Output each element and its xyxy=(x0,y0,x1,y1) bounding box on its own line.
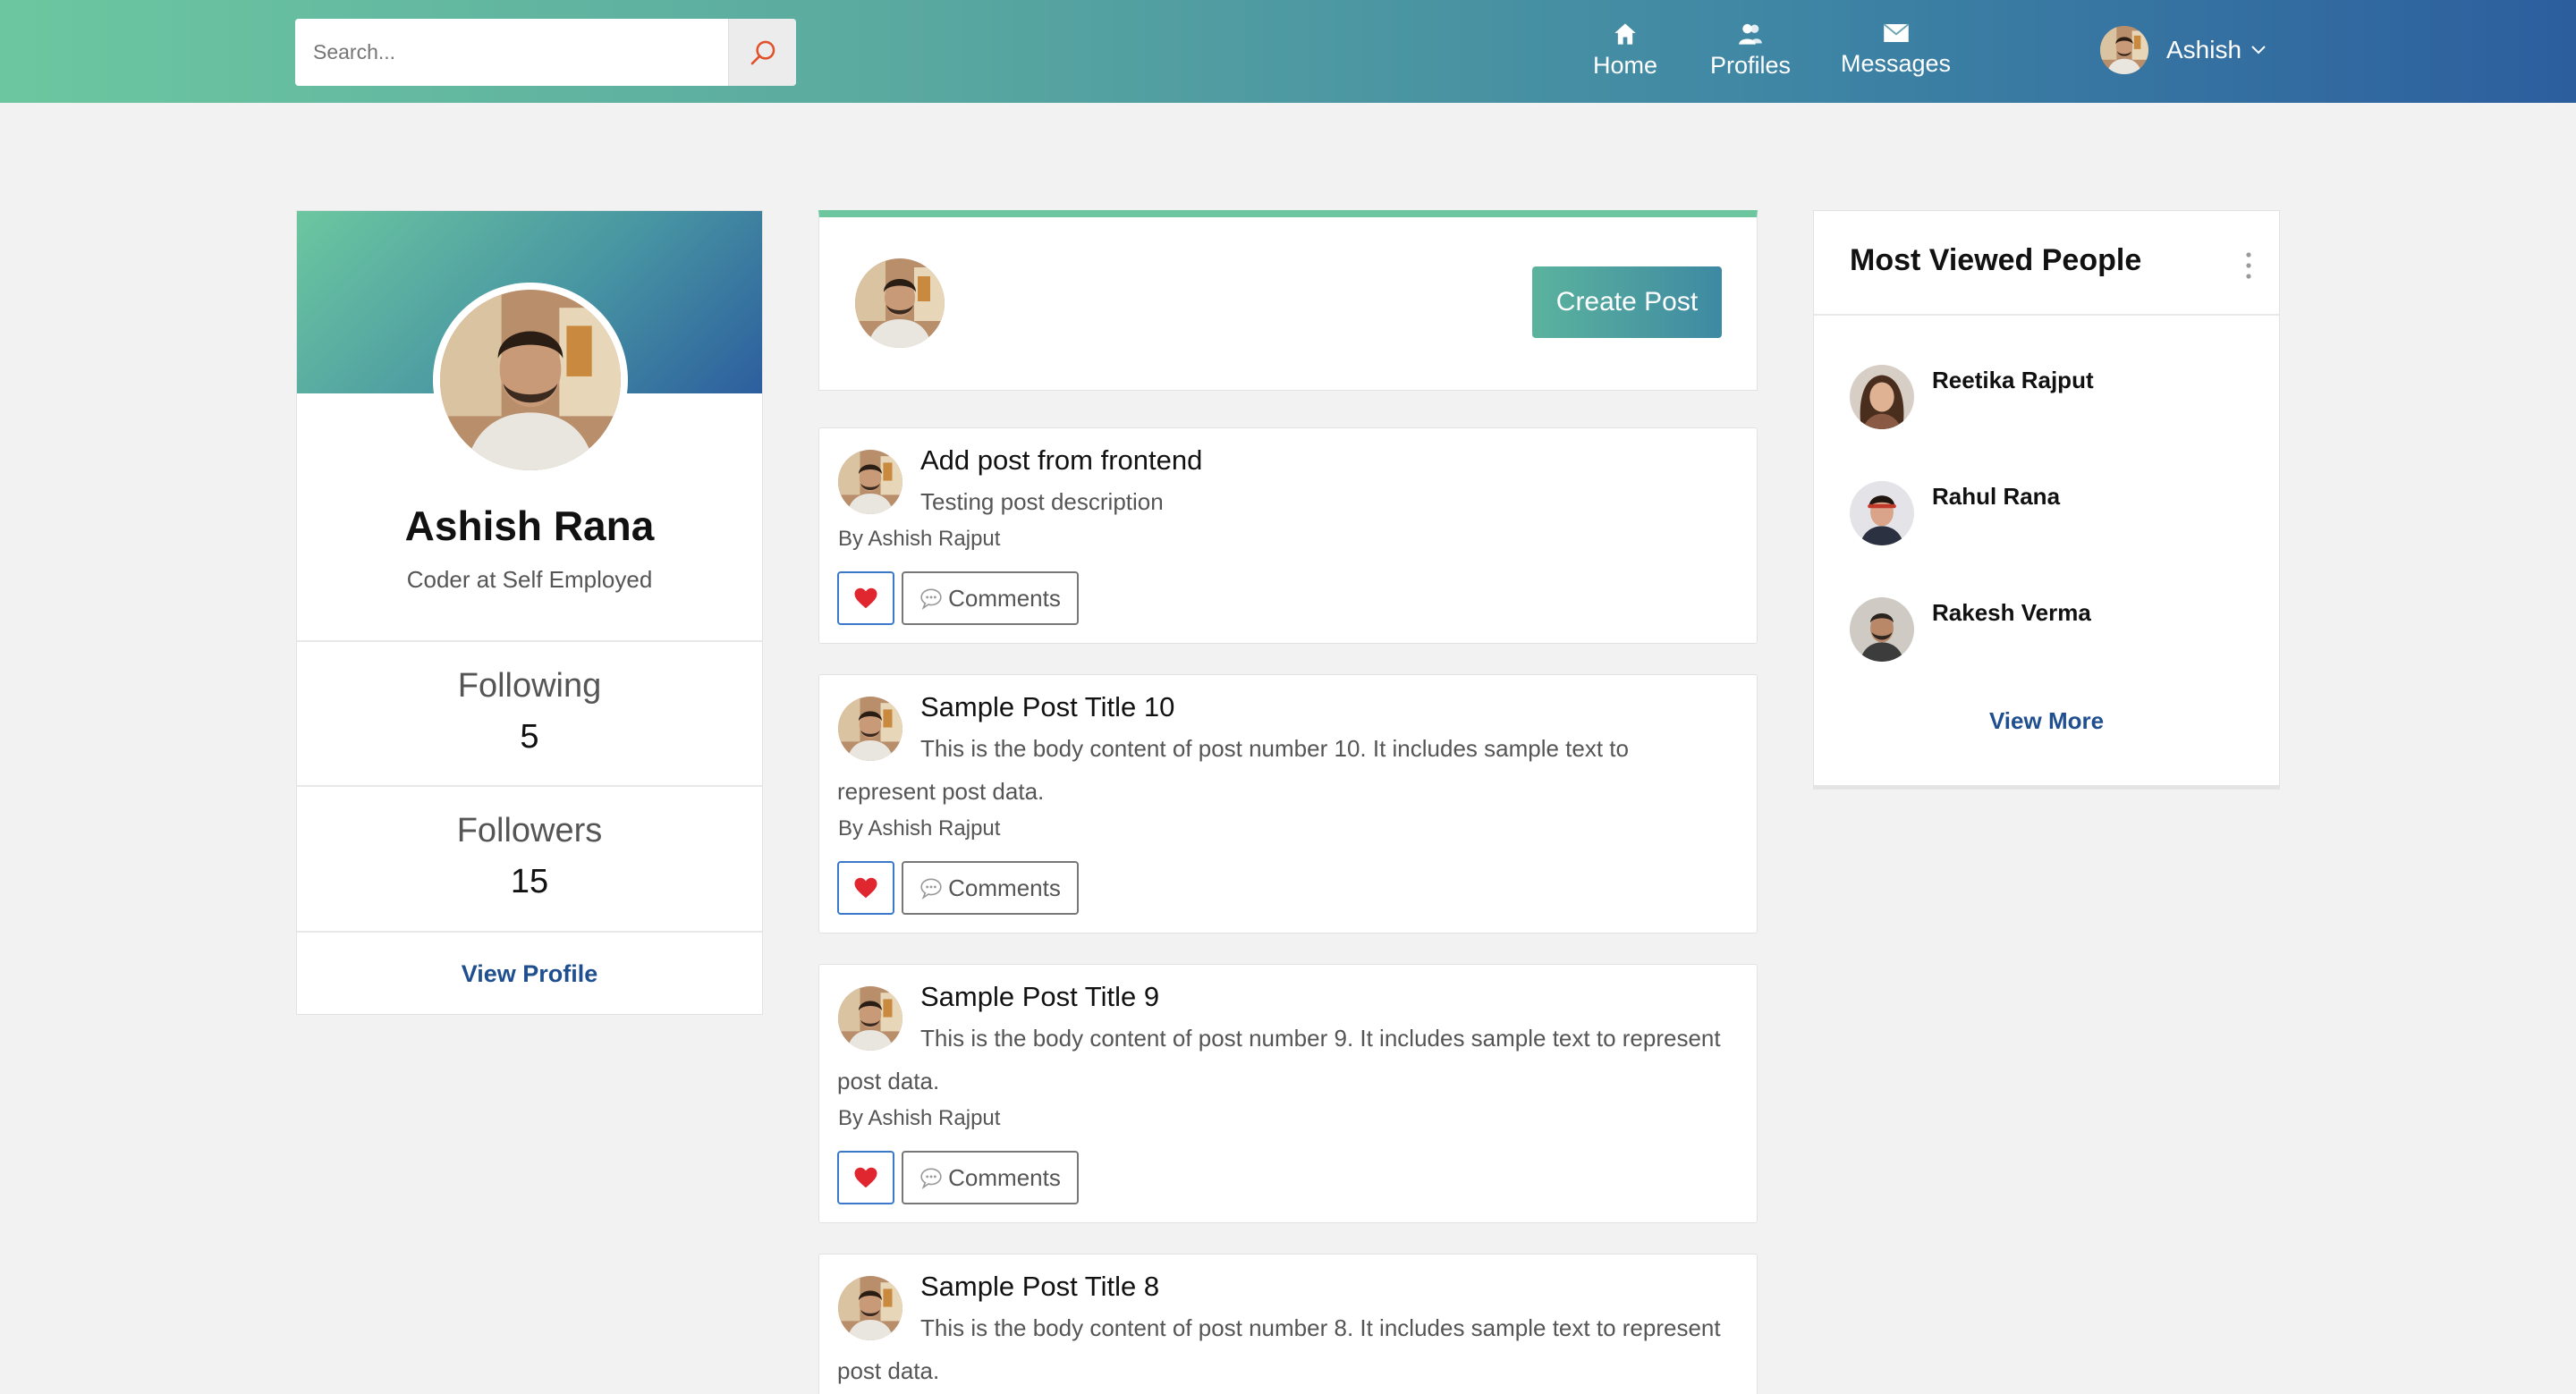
nav-home[interactable]: Home xyxy=(1593,21,1657,84)
speech-bubble-icon xyxy=(919,1166,943,1189)
nav-messages[interactable]: Messages xyxy=(1841,21,1951,84)
post-body: Testing post description xyxy=(920,488,1164,515)
person-name: Reetika Rajput xyxy=(1932,367,2094,393)
speech-bubble-icon xyxy=(919,587,943,610)
profile-photo xyxy=(433,283,628,477)
user-menu[interactable]: Ashish xyxy=(2100,25,2267,75)
like-button[interactable] xyxy=(837,861,894,915)
followers-count: 15 xyxy=(510,863,549,900)
post-author: By Ashish Rajput xyxy=(838,527,1001,551)
post-author: By Ashish Rajput xyxy=(838,1106,1001,1130)
nav-messages-label: Messages xyxy=(1841,50,1952,77)
like-button[interactable] xyxy=(837,571,894,625)
followers-label: Followers xyxy=(456,812,603,849)
comments-button[interactable]: Comments xyxy=(902,571,1079,625)
comments-label: Comments xyxy=(948,584,1061,612)
chevron-down-icon xyxy=(2251,46,2266,55)
more-options-icon[interactable] xyxy=(2243,250,2254,281)
person-avatar xyxy=(1850,597,1914,662)
heart-icon xyxy=(852,1164,879,1191)
person-avatar xyxy=(1850,481,1914,545)
person-name: Rahul Rana xyxy=(1932,483,2061,510)
post-card: Sample Post Title 10 This is the body co… xyxy=(818,674,1758,934)
post-title: Sample Post Title 9 xyxy=(920,981,1160,1012)
post-body: This is the body content of post number … xyxy=(837,735,1629,805)
like-button[interactable] xyxy=(837,1151,894,1204)
create-post-card: Create Post xyxy=(818,210,1758,391)
person-item[interactable]: Rahul Rana xyxy=(1850,481,2261,545)
users-icon xyxy=(1739,23,1762,45)
most-viewed-card: Most Viewed People Reetika Rajput Rahul … xyxy=(1813,210,2280,790)
search-button[interactable] xyxy=(728,19,796,86)
heart-icon xyxy=(852,585,879,612)
top-navbar: Home Profiles Messages Ashish xyxy=(0,0,2576,103)
nav-profiles[interactable]: Profiles xyxy=(1710,21,1791,84)
user-name: Ashish xyxy=(2166,36,2242,63)
post-body: This is the body content of post number … xyxy=(837,1314,1721,1384)
post-card: Sample Post Title 8 This is the body con… xyxy=(818,1254,1758,1394)
post-body: This is the body content of post number … xyxy=(837,1025,1721,1094)
profile-headline: Coder at Self Employed xyxy=(406,566,653,593)
comments-label: Comments xyxy=(948,1163,1061,1191)
following-label: Following xyxy=(457,667,602,705)
search-input[interactable] xyxy=(295,19,726,86)
following-count: 5 xyxy=(520,718,539,756)
magnifier-icon xyxy=(750,40,775,64)
person-name: Rakesh Verma xyxy=(1932,599,2091,626)
profile-avatar xyxy=(440,290,621,470)
user-avatar xyxy=(2100,26,2148,74)
heart-icon xyxy=(852,874,879,901)
nav-profiles-label: Profiles xyxy=(1710,52,1792,79)
profile-card: Ashish Rana Coder at Self Employed Follo… xyxy=(296,210,763,1015)
search-box xyxy=(295,19,796,86)
most-viewed-header: Most Viewed People xyxy=(1814,211,2279,316)
most-viewed-title: Most Viewed People xyxy=(1850,243,2142,277)
post-author: By Ashish Rajput xyxy=(838,816,1001,841)
person-item[interactable]: Reetika Rajput xyxy=(1850,365,2261,429)
current-user-avatar xyxy=(855,258,945,348)
following-stat: Following 5 xyxy=(297,640,762,785)
post-card: Sample Post Title 9 This is the body con… xyxy=(818,964,1758,1223)
post-title: Sample Post Title 10 xyxy=(920,691,1175,722)
profile-name: Ashish Rana xyxy=(404,503,655,549)
comments-label: Comments xyxy=(948,874,1061,901)
person-item[interactable]: Rakesh Verma xyxy=(1850,597,2261,662)
post-card: Add post from frontend Testing post desc… xyxy=(818,427,1758,644)
person-avatar xyxy=(1850,365,1914,429)
create-post-button[interactable]: Create Post xyxy=(1532,266,1722,338)
speech-bubble-icon xyxy=(919,876,943,900)
comments-button[interactable]: Comments xyxy=(902,861,1079,915)
view-profile-link[interactable]: View Profile xyxy=(297,931,762,1015)
view-more-link[interactable]: View More xyxy=(1814,707,2279,735)
post-title: Sample Post Title 8 xyxy=(920,1271,1160,1302)
envelope-icon xyxy=(1883,23,1909,42)
nav-home-label: Home xyxy=(1593,52,1658,79)
comments-button[interactable]: Comments xyxy=(902,1151,1079,1204)
followers-stat: Followers 15 xyxy=(297,785,762,930)
home-icon xyxy=(1614,23,1636,45)
post-title: Add post from frontend xyxy=(920,444,1203,476)
